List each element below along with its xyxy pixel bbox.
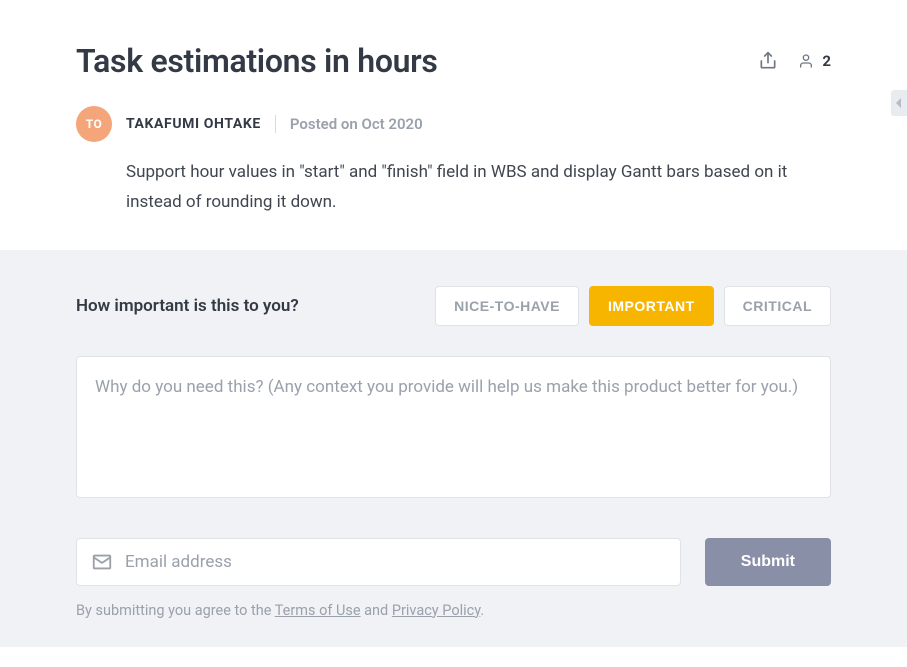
vote-count: 2	[822, 52, 831, 70]
importance-critical-button[interactable]: CRITICAL	[724, 286, 831, 326]
submit-row: Submit	[76, 538, 831, 586]
email-input[interactable]	[125, 552, 666, 572]
privacy-policy-link[interactable]: Privacy Policy	[392, 602, 481, 619]
author-name[interactable]: TAKAFUMI OHTAKE	[126, 116, 261, 132]
mail-icon	[91, 551, 113, 573]
title-actions: 2	[758, 51, 831, 71]
page-title: Task estimations in hours	[76, 42, 438, 80]
reason-textarea[interactable]	[76, 356, 831, 498]
collapse-tab[interactable]	[891, 90, 907, 116]
title-row: Task estimations in hours 2	[76, 42, 831, 80]
share-icon[interactable]	[758, 51, 778, 71]
meta-row: TO TAKAFUMI OHTAKE Posted on Oct 2020	[76, 106, 831, 142]
importance-row: How important is this to you? NICE-TO-HA…	[76, 286, 831, 326]
terms-and: and	[361, 602, 392, 619]
vote-group[interactable]: 2	[798, 52, 831, 70]
importance-label: How important is this to you?	[76, 296, 299, 316]
person-icon	[798, 53, 814, 69]
posted-date: Posted on Oct 2020	[290, 115, 423, 133]
feedback-section: How important is this to you? NICE-TO-HA…	[0, 250, 907, 647]
importance-options: NICE-TO-HAVE IMPORTANT CRITICAL	[435, 286, 831, 326]
post-section: Task estimations in hours 2	[0, 0, 907, 250]
email-field-wrap[interactable]	[76, 538, 681, 586]
post-description: Support hour values in "start" and "fini…	[126, 158, 826, 218]
terms-text: By submitting you agree to the Terms of …	[76, 602, 831, 619]
importance-nice-button[interactable]: NICE-TO-HAVE	[435, 286, 579, 326]
terms-of-use-link[interactable]: Terms of Use	[275, 602, 361, 619]
importance-important-button[interactable]: IMPORTANT	[589, 286, 714, 326]
terms-prefix: By submitting you agree to the	[76, 602, 275, 619]
meta-divider	[275, 115, 276, 133]
avatar[interactable]: TO	[76, 106, 112, 142]
terms-suffix: .	[480, 602, 484, 619]
submit-button[interactable]: Submit	[705, 538, 831, 586]
